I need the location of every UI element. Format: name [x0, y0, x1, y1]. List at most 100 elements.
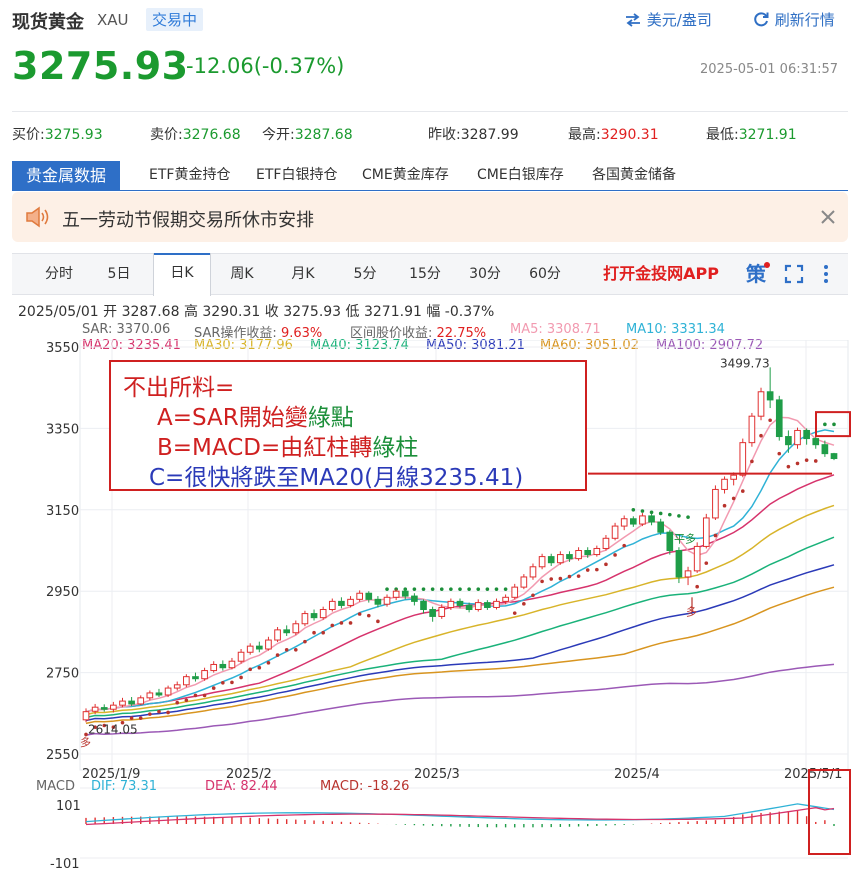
- tab-monthly[interactable]: 月K: [278, 254, 328, 294]
- candle-body: [611, 525, 619, 539]
- sar-dot: [722, 503, 727, 508]
- quote-value: 3271.91: [738, 127, 797, 143]
- sar-dot: [658, 511, 663, 516]
- candle-body: [228, 660, 236, 669]
- candle-body: [602, 537, 610, 549]
- annotation-line-4: C=很快將跌至MA20(月線3235.41): [149, 465, 524, 491]
- quote-value: 3275.93: [44, 127, 103, 143]
- nav-etf-silver[interactable]: ETF白银持仓: [256, 161, 337, 189]
- currency-unit-link[interactable]: 美元/盎司: [624, 9, 712, 30]
- trading-status-badge: 交易中: [146, 8, 204, 31]
- sar-dot: [439, 587, 444, 591]
- sar-dot: [157, 709, 161, 714]
- tab-15min[interactable]: 15分: [400, 254, 450, 294]
- candle-body: [474, 602, 482, 611]
- strategy-button[interactable]: 策: [740, 254, 772, 294]
- sar-signal-label: 平多: [674, 531, 696, 545]
- tab-30min[interactable]: 30分: [460, 254, 510, 294]
- candle-body: [538, 556, 546, 568]
- candle-body: [593, 547, 601, 556]
- sar-dot: [777, 451, 782, 456]
- candle-body: [110, 704, 117, 710]
- annotation-line-2: A=SAR開始變綠點: [157, 398, 354, 432]
- sar-dot: [449, 587, 453, 591]
- refresh-button[interactable]: 刷新行情: [752, 9, 835, 30]
- candle-body: [137, 697, 145, 705]
- more-icon[interactable]: [822, 264, 830, 284]
- indicator-value: MA10: 3331.34: [626, 322, 725, 337]
- sar-dot: [148, 712, 152, 716]
- sar-dot: [312, 630, 316, 635]
- open-app-link[interactable]: 打开金投网APP: [586, 254, 736, 294]
- sar-dot: [668, 512, 672, 517]
- candle-body: [91, 706, 99, 712]
- candle-body: [119, 700, 126, 706]
- candle-body: [292, 623, 300, 634]
- candle-body: [757, 391, 765, 417]
- candle-body: [648, 515, 655, 523]
- bar-close: 收 3275.93: [264, 304, 342, 320]
- candle-body: [620, 518, 628, 527]
- sar-dot: [832, 422, 836, 427]
- candle-body: [338, 600, 345, 606]
- candle-body: [465, 604, 473, 611]
- sar-dot: [640, 509, 645, 513]
- sar-dot: [467, 587, 471, 591]
- sar-dot: [193, 693, 198, 698]
- quote-label: 最高:: [568, 127, 601, 143]
- period-tabbar: 分时 5日 日K 周K 月K 5分 15分 30分 60分 打开金投网APP 策: [12, 253, 848, 296]
- tab-intraday[interactable]: 分时: [34, 254, 84, 294]
- sar-dot: [421, 587, 426, 591]
- candle-body: [575, 550, 582, 560]
- nav-precious-metals[interactable]: 贵金属数据: [12, 161, 121, 191]
- sar-dot: [239, 675, 243, 680]
- candle-body: [100, 707, 108, 710]
- candle-body: [356, 592, 363, 600]
- sar-dot: [576, 574, 581, 578]
- sar-dot: [458, 587, 462, 591]
- sar-dot: [585, 568, 590, 572]
- candle-body: [794, 429, 801, 446]
- candle-body: [374, 598, 382, 605]
- sar-dot: [412, 587, 417, 591]
- candle-body: [520, 576, 528, 588]
- quote-value: 3290.31: [600, 127, 659, 143]
- refresh-icon: [754, 12, 769, 27]
- sar-dot: [138, 716, 143, 720]
- candle-body: [547, 556, 555, 564]
- swap-icon: [626, 13, 640, 27]
- candle-body: [237, 651, 245, 662]
- quote-item: 今开:3287.68: [262, 124, 353, 144]
- sar-dot: [567, 574, 572, 579]
- candle-body: [411, 595, 418, 602]
- candle-body: [584, 550, 592, 556]
- nav-gold-reserves[interactable]: 各国黄金储备: [592, 161, 676, 189]
- close-icon[interactable]: [820, 209, 836, 225]
- sar-dot: [531, 593, 535, 598]
- holiday-notice[interactable]: 五一劳动节假期交易所休市安排: [12, 192, 848, 242]
- tab-5day[interactable]: 5日: [94, 254, 144, 294]
- nav-cme-silver[interactable]: CME白银库存: [477, 161, 564, 189]
- candle-body: [383, 596, 391, 605]
- sar-dot: [549, 577, 554, 581]
- candle-body: [803, 429, 810, 440]
- tab-5min[interactable]: 5分: [340, 254, 390, 294]
- quote-item: 最低:3271.91: [706, 124, 797, 144]
- candle-body: [775, 399, 783, 438]
- candle-body: [438, 606, 446, 617]
- tab-60min[interactable]: 60分: [520, 254, 570, 294]
- sar-dot: [202, 693, 207, 698]
- nav-etf-gold[interactable]: ETF黄金持仓: [149, 161, 230, 189]
- sar-dot: [294, 648, 298, 652]
- candle-body: [265, 639, 272, 650]
- candle-body: [812, 438, 820, 446]
- tab-weekly[interactable]: 周K: [217, 254, 267, 294]
- tab-daily[interactable]: 日K: [153, 253, 211, 296]
- sar-dot: [613, 553, 617, 557]
- nav-cme-gold[interactable]: CME黄金库存: [362, 161, 449, 189]
- fullscreen-icon[interactable]: [784, 264, 804, 284]
- candle-body: [392, 590, 400, 598]
- quote-label: 买价:: [12, 127, 45, 143]
- sar-dot: [813, 459, 818, 463]
- quote-label: 今开:: [262, 127, 295, 143]
